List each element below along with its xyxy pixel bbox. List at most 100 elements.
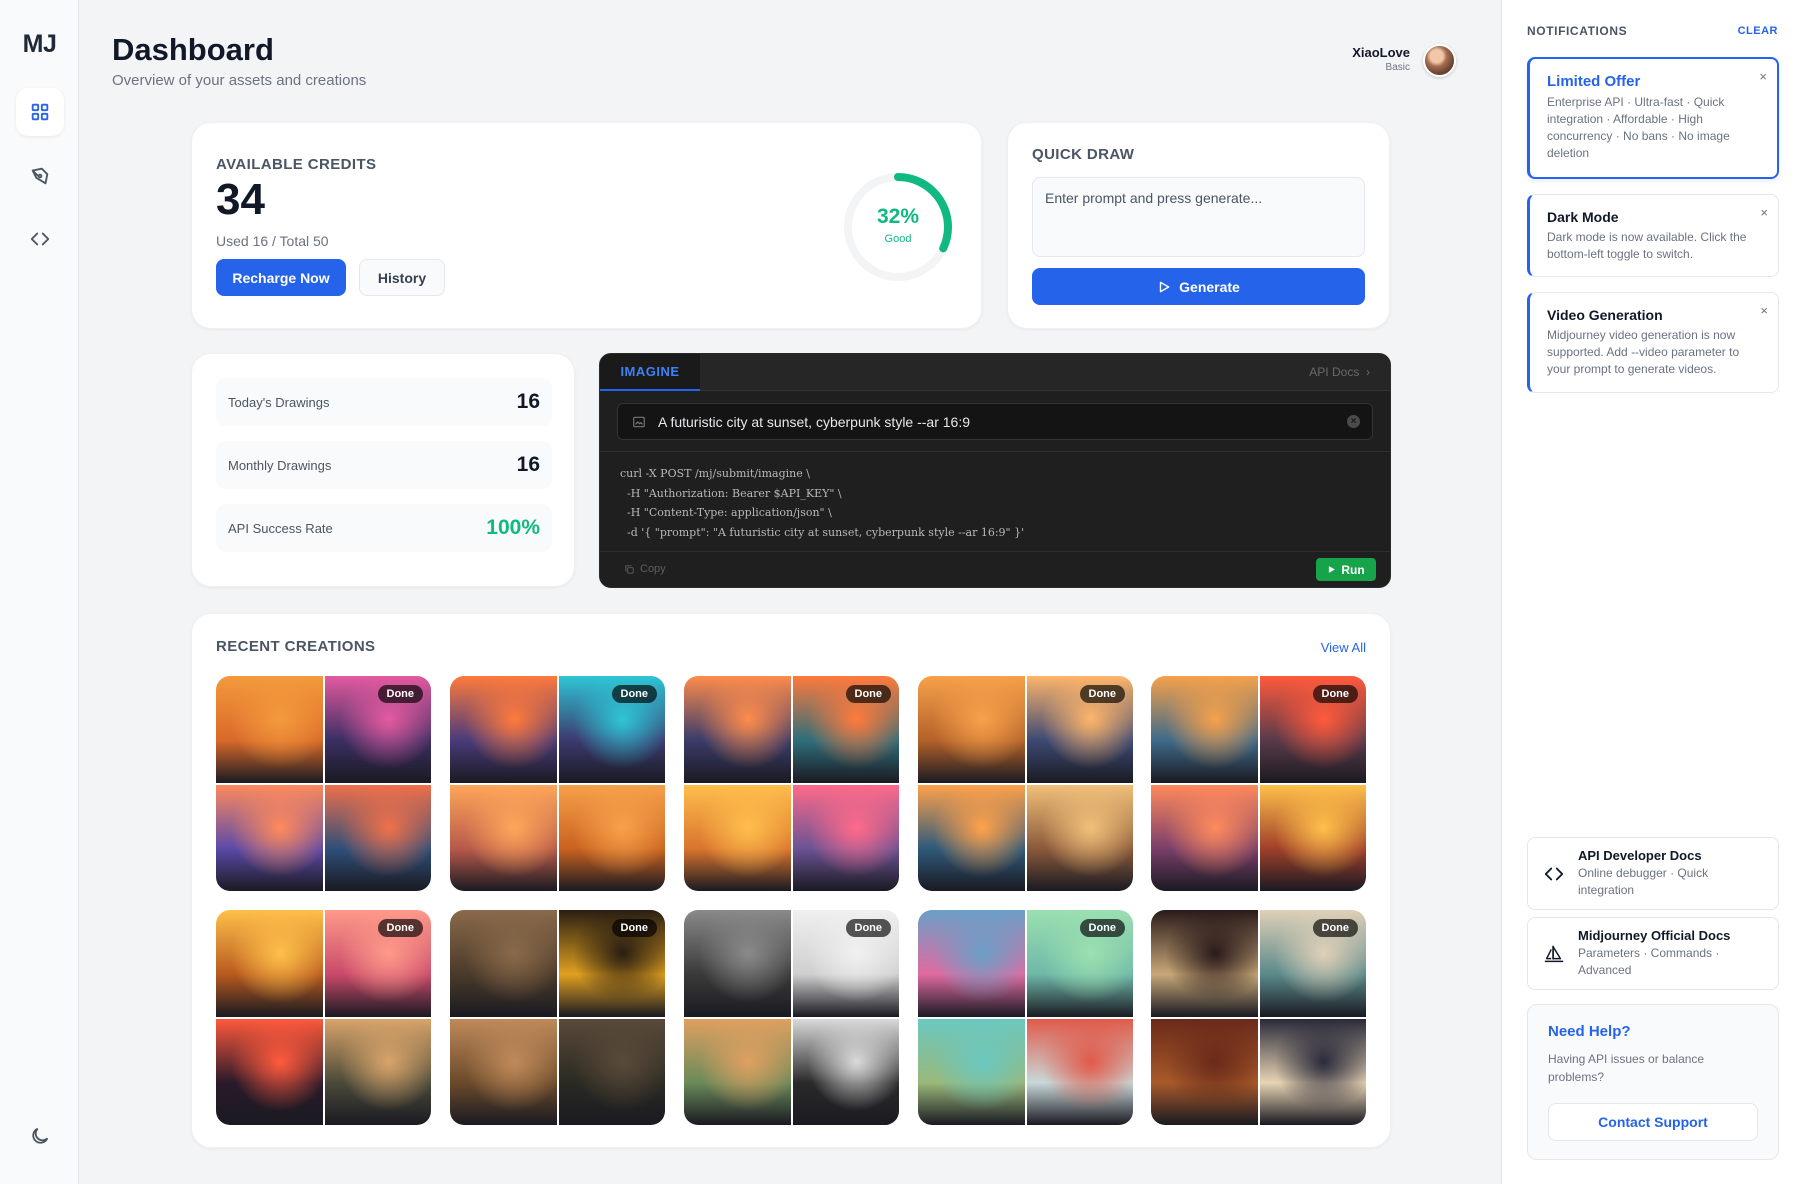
doc-title: API Developer Docs (1578, 848, 1702, 863)
doc-subtitle: Parameters · Commands · Advanced (1578, 946, 1720, 977)
nav-api-button[interactable] (16, 215, 64, 263)
creation-thumbnail[interactable] (1259, 1018, 1366, 1125)
help-card: Need Help? Having API issues or balance … (1527, 1004, 1779, 1160)
close-icon[interactable]: × (1759, 69, 1767, 84)
run-button[interactable]: Run (1316, 558, 1376, 581)
creation-thumbnail[interactable] (684, 1018, 791, 1125)
user-info[interactable]: XiaoLove Basic (1300, 45, 1410, 73)
stat-label: Monthly Drawings (228, 457, 332, 473)
midjourney-docs-card[interactable]: Midjourney Official Docs Parameters · Co… (1527, 917, 1779, 990)
doc-title: Midjourney Official Docs (1578, 928, 1731, 943)
credits-used: Used 16 / Total 50 (216, 233, 329, 249)
creation-tile[interactable]: Done (450, 676, 665, 891)
creation-thumbnail[interactable] (1026, 784, 1133, 891)
creation-tile[interactable]: Done (918, 910, 1133, 1125)
api-docs-label: API Docs (1309, 365, 1360, 379)
creation-thumbnail[interactable] (918, 676, 1025, 783)
sailboat-icon (1544, 945, 1564, 962)
gauge-percent: 32% (876, 205, 920, 228)
creation-thumbnail[interactable] (1151, 910, 1258, 1017)
api-docs-card[interactable]: API Developer Docs Online debugger · Qui… (1527, 837, 1779, 910)
creation-thumbnail[interactable] (684, 910, 791, 1017)
stat-row: Monthly Drawings 16 (216, 441, 552, 489)
imagine-prompt-text: A futuristic city at sunset, cyberpunk s… (658, 413, 971, 430)
status-badge: Done (611, 919, 657, 937)
contact-support-button[interactable]: Contact Support (1548, 1103, 1758, 1141)
imagine-footer: Copy Run (600, 551, 1390, 587)
credits-value: 34 (216, 175, 265, 224)
creation-tile[interactable]: Done (1151, 676, 1366, 891)
notification-body: Enterprise API · Ultra-fast · Quick inte… (1547, 95, 1730, 160)
prompt-input[interactable]: Enter prompt and press generate... (1032, 177, 1365, 257)
creation-thumbnail[interactable] (684, 676, 791, 783)
creation-thumbnail[interactable] (1151, 1018, 1258, 1125)
pen-tool-icon (31, 167, 49, 185)
close-icon[interactable]: × (1760, 205, 1768, 220)
status-badge: Done (611, 685, 657, 703)
creation-thumbnail[interactable] (324, 1018, 431, 1125)
creation-thumbnail[interactable] (450, 784, 557, 891)
view-all-link[interactable]: View All (1321, 640, 1366, 655)
copy-button[interactable]: Copy (624, 563, 666, 575)
status-badge: Done (845, 685, 891, 703)
copy-label: Copy (640, 563, 666, 575)
stat-value: 16 (516, 390, 540, 413)
creation-tile[interactable]: Done (684, 910, 899, 1125)
notification-card: Limited Offer Enterprise API · Ultra-fas… (1527, 57, 1779, 179)
page-title: Dashboard (112, 32, 274, 67)
creation-thumbnail[interactable] (216, 1018, 323, 1125)
creation-tile[interactable]: Done (216, 676, 431, 891)
creation-thumbnail[interactable] (792, 1018, 899, 1125)
creation-thumbnail[interactable] (918, 1018, 1025, 1125)
recharge-button[interactable]: Recharge Now (216, 259, 346, 296)
creation-thumbnail[interactable] (918, 784, 1025, 891)
creation-thumbnail[interactable] (558, 784, 665, 891)
history-button[interactable]: History (359, 259, 445, 296)
creation-thumbnail[interactable] (450, 910, 557, 1017)
notification-body: Dark mode is now available. Click the bo… (1547, 230, 1747, 261)
stat-row: Today's Drawings 16 (216, 378, 552, 426)
creation-thumbnail[interactable] (792, 784, 899, 891)
recent-creations-label: RECENT CREATIONS (216, 638, 376, 655)
creation-thumbnail[interactable] (558, 1018, 665, 1125)
creation-thumbnail[interactable] (450, 676, 557, 783)
creation-tile[interactable]: Done (450, 910, 665, 1125)
grid-icon (31, 103, 49, 121)
creation-thumbnail[interactable] (1026, 1018, 1133, 1125)
close-icon[interactable]: × (1760, 303, 1768, 318)
page-subtitle: Overview of your assets and creations (112, 72, 367, 89)
creation-tile[interactable]: Done (216, 910, 431, 1125)
creation-thumbnail[interactable] (216, 910, 323, 1017)
avatar[interactable] (1423, 44, 1456, 77)
quick-draw-card: QUICK DRAW Enter prompt and press genera… (1007, 122, 1390, 329)
curl-code-block: curl -X POST /mj/submit/imagine \ -H "Au… (600, 451, 1390, 551)
play-outline-icon (1159, 281, 1170, 292)
generate-button[interactable]: Generate (1032, 268, 1365, 305)
status-badge: Done (1079, 685, 1125, 703)
credits-label: AVAILABLE CREDITS (216, 156, 377, 173)
imagine-prompt-input[interactable]: A futuristic city at sunset, cyberpunk s… (617, 403, 1373, 440)
creation-thumbnail[interactable] (918, 910, 1025, 1017)
image-icon (633, 416, 645, 427)
nav-dashboard-button[interactable] (16, 88, 64, 136)
clear-notifications-button[interactable]: CLEAR (1738, 25, 1778, 37)
creation-thumbnail[interactable] (450, 1018, 557, 1125)
creation-thumbnail[interactable] (684, 784, 791, 891)
tab-imagine[interactable]: IMAGINE (600, 354, 700, 391)
creation-tile[interactable]: Done (684, 676, 899, 891)
stat-value: 16 (516, 453, 540, 476)
creation-thumbnail[interactable] (1151, 784, 1258, 891)
creation-thumbnail[interactable] (216, 676, 323, 783)
creation-tile[interactable]: Done (1151, 910, 1366, 1125)
creation-tile[interactable]: Done (918, 676, 1133, 891)
creation-thumbnail[interactable] (324, 784, 431, 891)
theme-toggle-button[interactable] (16, 1112, 64, 1160)
creation-thumbnail[interactable] (1259, 784, 1366, 891)
status-badge: Done (1079, 919, 1125, 937)
stat-row: API Success Rate 100% (216, 504, 552, 552)
nav-draw-button[interactable] (16, 152, 64, 200)
creation-thumbnail[interactable] (1151, 676, 1258, 783)
clear-input-icon[interactable]: × (1347, 415, 1360, 428)
creation-thumbnail[interactable] (216, 784, 323, 891)
api-docs-link[interactable]: API Docs › (1309, 365, 1370, 379)
